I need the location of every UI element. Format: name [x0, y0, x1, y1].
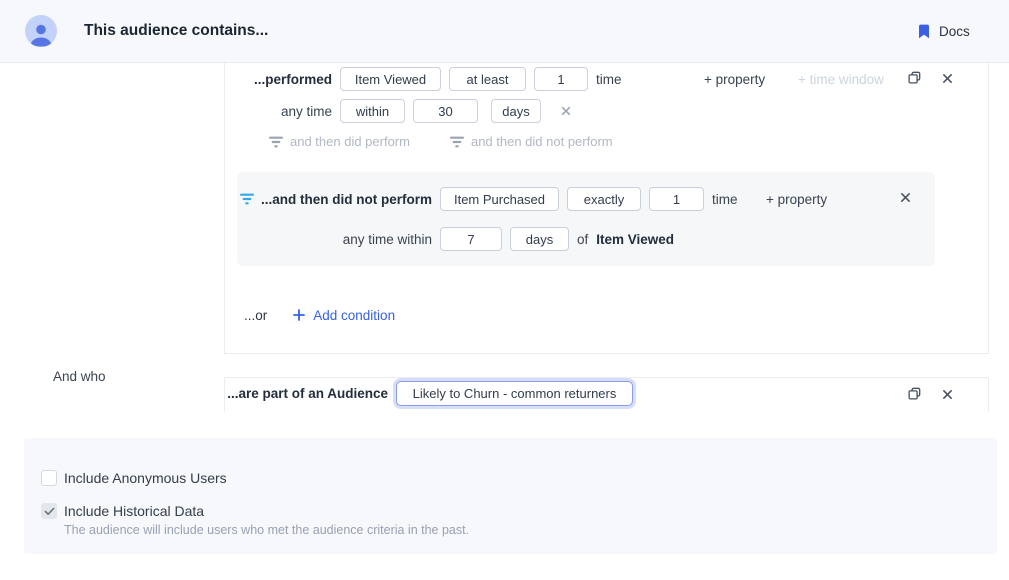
frequency-operator-select[interactable]: at least [449, 67, 526, 91]
person-icon [25, 18, 57, 47]
sub-event-select[interactable]: Item Purchased [440, 187, 559, 211]
remove-audience-condition-button[interactable] [942, 389, 953, 400]
sub-time-window-row: any time within days of Item Viewed [440, 227, 674, 251]
include-historical-option[interactable]: Include Historical Data [41, 503, 204, 519]
time-label: time [596, 72, 622, 87]
close-icon [561, 106, 571, 116]
sub-window-value-input[interactable] [440, 227, 502, 251]
sub-condition-label: ...and then did not perform [261, 192, 432, 207]
then-did-perform-option[interactable]: and then did perform [269, 134, 410, 149]
then-did-not-perform-label: and then did not perform [471, 134, 613, 149]
close-icon [942, 73, 953, 84]
window-value-input[interactable] [413, 99, 478, 123]
check-icon [44, 507, 55, 516]
filter-icon [450, 136, 464, 148]
add-condition-button[interactable]: Add condition [293, 308, 395, 323]
historical-description: The audience will include users who met … [64, 523, 469, 537]
sub-condition-card: ...and then did not perform Item Purchas… [237, 172, 935, 266]
bookmark-icon [918, 24, 930, 39]
add-time-window-button: + time window [798, 67, 884, 91]
include-anonymous-option[interactable]: Include Anonymous Users [41, 470, 227, 486]
audience-condition-card: ...are part of an Audience [224, 377, 989, 412]
performed-row: ...performed Item Viewed at least time [340, 67, 622, 91]
add-condition-label: Add condition [313, 308, 395, 323]
header: This audience contains... Docs [0, 0, 1009, 63]
or-row: ...or Add condition [244, 307, 395, 323]
duplicate-audience-condition-button[interactable] [908, 387, 921, 400]
and-who-label: And who [53, 369, 106, 384]
sub-window-prefix: any time within [343, 227, 432, 251]
sub-window-unit-select[interactable]: days [510, 227, 569, 251]
time-window-row: any time within days [340, 99, 571, 123]
sub-condition-row: ...and then did not perform Item Purchas… [440, 187, 738, 211]
performed-label: ...performed [254, 67, 332, 91]
event-condition-card: ...performed Item Viewed at least time +… [224, 63, 989, 354]
then-did-perform-label: and then did perform [290, 134, 410, 149]
checkbox-checked[interactable] [41, 503, 57, 519]
of-event-label: Item Viewed [596, 232, 674, 247]
of-label: of [577, 232, 588, 247]
close-icon [942, 389, 953, 400]
docs-link[interactable]: Docs [918, 0, 970, 62]
copy-icon [908, 387, 921, 400]
remove-condition-button[interactable] [942, 73, 953, 84]
docs-label: Docs [939, 24, 970, 39]
audience-select-input[interactable] [396, 381, 633, 406]
duplicate-condition-button[interactable] [908, 71, 921, 84]
sub-condition-prefix: ...and then did not perform [240, 187, 432, 211]
sub-operator-select[interactable]: exactly [567, 187, 641, 211]
or-label: ...or [244, 308, 267, 323]
audience-builder: This audience contains... Docs ...perfor… [0, 0, 1009, 580]
window-operator-select[interactable]: within [340, 99, 405, 123]
any-time-label: any time [281, 99, 332, 123]
add-property-button[interactable]: + property [704, 67, 765, 91]
window-unit-select[interactable]: days [491, 99, 541, 123]
filter-active-icon [240, 193, 254, 205]
include-anonymous-label: Include Anonymous Users [64, 470, 227, 486]
audience-row: ...are part of an Audience [396, 380, 633, 407]
sequence-options-row: and then did perform and then did not pe… [269, 134, 613, 149]
audience-options-panel: Include Anonymous Users Include Historic… [24, 438, 997, 554]
sub-time-label: time [712, 192, 738, 207]
checkbox-unchecked[interactable] [41, 470, 57, 486]
avatar [25, 15, 57, 47]
copy-icon [908, 71, 921, 84]
filter-icon [269, 136, 283, 148]
plus-icon [293, 309, 305, 321]
event-select[interactable]: Item Viewed [340, 67, 441, 91]
frequency-count-input[interactable] [534, 67, 588, 91]
include-historical-label: Include Historical Data [64, 503, 204, 519]
then-did-not-perform-option[interactable]: and then did not perform [450, 134, 613, 149]
page-title: This audience contains... [84, 0, 268, 62]
close-icon [900, 192, 911, 203]
remove-time-window-button[interactable] [561, 106, 571, 116]
sub-add-property-button[interactable]: + property [766, 187, 827, 211]
audience-prefix-label: ...are part of an Audience [227, 380, 388, 407]
sub-remove-button[interactable] [900, 192, 911, 203]
sub-count-input[interactable] [649, 187, 704, 211]
